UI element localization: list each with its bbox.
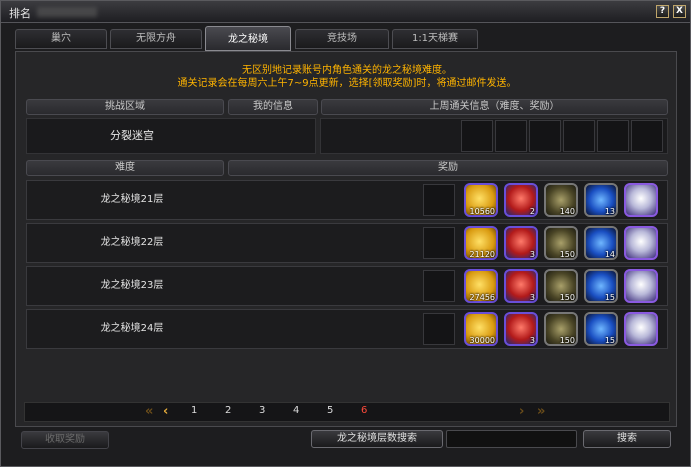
difficulty-row: 龙之秘境23层 27456 3 150 15 (26, 266, 668, 306)
pagination: « ‹ 1 2 3 4 5 6 › » (24, 402, 670, 422)
armor-material-icon[interactable]: 150 (544, 312, 578, 346)
last-week-slot (563, 120, 595, 152)
item-count: 27456 (469, 293, 495, 302)
difficulty-label: 龙之秘境23层 (100, 280, 164, 291)
claim-reward-button[interactable]: 收取奖励 (21, 431, 109, 449)
tab-arena[interactable]: 竞技场 (295, 29, 389, 49)
floor-search-input[interactable] (446, 430, 577, 448)
page-4[interactable]: 4 (293, 405, 299, 416)
item-count: 15 (604, 336, 615, 345)
item-count: 15 (604, 293, 615, 302)
reward-header: 奖励 (228, 160, 668, 176)
ranking-window: 排名 ? X 巢穴 无限方舟 龙之秘境 竞技场 1:1天梯赛 无区别地记录账号内… (0, 0, 691, 467)
challenge-zone-header: 挑战区域 (26, 99, 224, 115)
my-info-header: 我的信息 (228, 99, 318, 115)
difficulty-row: 龙之秘境22层 21120 3 150 14 (26, 223, 668, 263)
last-week-box (320, 118, 668, 154)
search-button[interactable]: 搜索 (583, 430, 671, 448)
armor-material-icon[interactable]: 140 (544, 183, 578, 217)
last-week-slot (495, 120, 527, 152)
difficulty-label: 龙之秘境22层 (100, 237, 164, 248)
floor-search-label: 龙之秘境层数搜索 (311, 430, 443, 448)
tab-infinite-ark[interactable]: 无限方舟 (110, 29, 202, 49)
item-count: 30000 (469, 336, 495, 345)
item-count: 150 (559, 293, 575, 302)
page-1[interactable]: 1 (191, 405, 197, 416)
gold-coin-icon[interactable]: 27456 (464, 269, 498, 303)
item-count: 13 (604, 207, 615, 216)
help-button[interactable]: ? (656, 5, 669, 18)
close-button[interactable]: X (673, 5, 686, 18)
tab-nest[interactable]: 巢穴 (15, 29, 107, 49)
item-count: 150 (559, 336, 575, 345)
blurred-title-text (37, 7, 97, 17)
empty-reward-slot (423, 184, 455, 216)
difficulty-row: 龙之秘境24层 30000 3 150 15 (26, 309, 668, 349)
notice-text: 无区别地记录账号内角色通关的龙之秘境难度。 通关记录会在每周六上午7~9点更新，… (16, 64, 678, 90)
difficulty-label: 龙之秘境24层 (100, 323, 164, 334)
red-orb-icon[interactable]: 3 (504, 312, 538, 346)
red-orb-icon[interactable]: 3 (504, 269, 538, 303)
last-page-button[interactable]: » (537, 404, 545, 419)
notice-line-2: 通关记录会在每周六上午7~9点更新，选择[领取奖励]时，将通过邮件发送。 (177, 78, 517, 89)
red-orb-icon[interactable]: 2 (504, 183, 538, 217)
page-3[interactable]: 3 (259, 405, 265, 416)
item-count: 150 (559, 250, 575, 259)
armor-material-icon[interactable]: 150 (544, 226, 578, 260)
difficulty-label: 龙之秘境21层 (100, 194, 164, 205)
gold-coin-icon[interactable]: 30000 (464, 312, 498, 346)
page-5[interactable]: 5 (327, 405, 333, 416)
window-title: 排名 (9, 7, 31, 20)
item-count: 3 (529, 336, 535, 345)
title-bar[interactable]: 排名 ? X (1, 1, 690, 23)
blue-crystal-icon[interactable]: 14 (584, 226, 618, 260)
tab-dragon-nest-secret[interactable]: 龙之秘境 (205, 26, 291, 51)
blue-crystal-icon[interactable]: 15 (584, 312, 618, 346)
white-feather-icon[interactable] (624, 226, 658, 260)
last-week-slot (597, 120, 629, 152)
last-week-slot (529, 120, 561, 152)
content-panel: 无区别地记录账号内角色通关的龙之秘境难度。 通关记录会在每周六上午7~9点更新，… (15, 51, 677, 427)
empty-reward-slot (423, 227, 455, 259)
last-week-slot (631, 120, 663, 152)
item-count: 3 (529, 250, 535, 259)
zone-value: 分裂迷宫 (110, 129, 154, 142)
red-orb-icon[interactable]: 3 (504, 226, 538, 260)
white-feather-icon[interactable] (624, 269, 658, 303)
item-count: 10560 (469, 207, 495, 216)
tab-ladder[interactable]: 1:1天梯赛 (392, 29, 478, 49)
empty-reward-slot (423, 270, 455, 302)
item-count: 21120 (469, 250, 495, 259)
difficulty-header: 难度 (26, 160, 224, 176)
last-week-info-header: 上周通关信息（难度、奖励） (321, 99, 668, 115)
white-feather-icon[interactable] (624, 183, 658, 217)
item-count: 3 (529, 293, 535, 302)
item-count: 2 (529, 207, 535, 216)
page-2[interactable]: 2 (225, 405, 231, 416)
item-count: 140 (559, 207, 575, 216)
gold-coin-icon[interactable]: 10560 (464, 183, 498, 217)
next-page-button[interactable]: › (519, 404, 524, 419)
white-feather-icon[interactable] (624, 312, 658, 346)
first-page-button[interactable]: « (145, 404, 153, 419)
empty-reward-slot (423, 313, 455, 345)
prev-page-button[interactable]: ‹ (163, 404, 168, 419)
zone-info-box: 分裂迷宫 (26, 118, 316, 154)
gold-coin-icon[interactable]: 21120 (464, 226, 498, 260)
last-week-slot (461, 120, 493, 152)
page-6[interactable]: 6 (361, 405, 367, 416)
item-count: 14 (604, 250, 615, 259)
blue-crystal-icon[interactable]: 15 (584, 269, 618, 303)
difficulty-row: 龙之秘境21层 10560 2 140 13 (26, 180, 668, 220)
notice-line-1: 无区别地记录账号内角色通关的龙之秘境难度。 (242, 65, 452, 76)
blue-crystal-icon[interactable]: 13 (584, 183, 618, 217)
armor-material-icon[interactable]: 150 (544, 269, 578, 303)
